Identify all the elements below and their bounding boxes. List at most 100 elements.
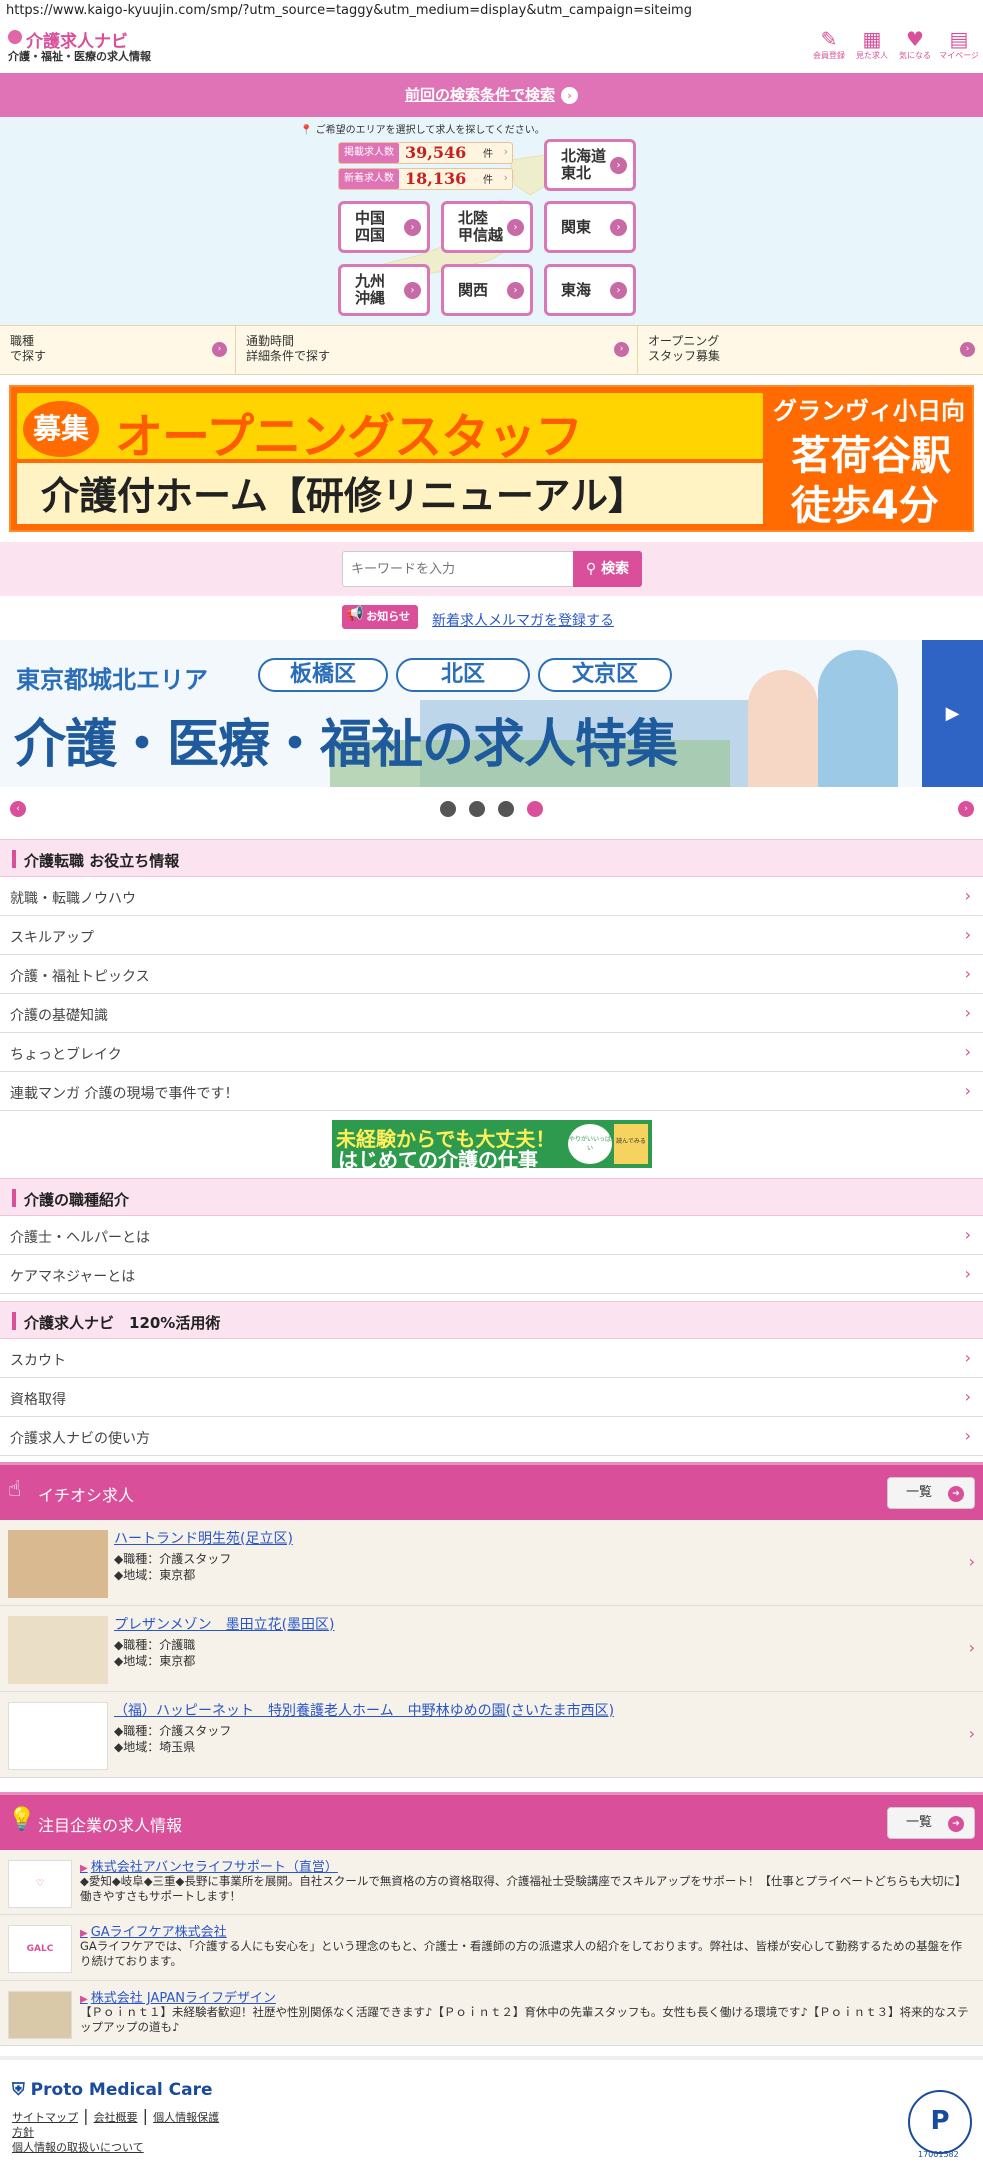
carousel-dot[interactable] xyxy=(498,801,514,817)
chevron-right-icon: › xyxy=(964,925,971,944)
ward-pill: 文京区 xyxy=(538,658,672,692)
total-jobs-count[interactable]: 掲載求人数 39,546 件 › xyxy=(338,142,513,164)
carousel-dot-active[interactable] xyxy=(527,801,543,817)
list-item-label: 資格取得 xyxy=(10,1392,66,1408)
viewed-jobs-button[interactable]: ▦ 見た求人 xyxy=(851,28,893,66)
job-region: ◆地域：東京都 xyxy=(114,1654,196,1668)
footer-logo-text: Proto Medical Care xyxy=(30,2080,213,2100)
region-kyushu-okinawa[interactable]: 九州 沖縄 › xyxy=(338,264,430,316)
megaphone-icon: 📢 xyxy=(346,606,364,622)
region-chugoku-shikoku[interactable]: 中国 四国 › xyxy=(338,201,430,253)
job-region: ◆地域：埼玉県 xyxy=(114,1740,196,1754)
list-item[interactable]: スカウト › xyxy=(0,1339,983,1378)
region-hokuriku-koshinetsu[interactable]: 北陸 甲信越 › xyxy=(441,201,533,253)
carousel-dot[interactable] xyxy=(469,801,485,817)
keyword-search-input[interactable] xyxy=(342,551,574,587)
list-item[interactable]: 介護求人ナビの使い方 › xyxy=(0,1417,983,1456)
job-listing[interactable]: （福）ハッピーネット 特別養護老人ホーム 中野林ゆめの園(さいたま市西区) ◆職… xyxy=(0,1692,983,1778)
view-all-button[interactable]: 一覧 ➔ xyxy=(887,1807,975,1839)
list-item[interactable]: ケアマネジャーとは › xyxy=(0,1255,983,1294)
job-listing[interactable]: ハートランド明生苑(足立区) ◆職種：介護スタッフ ◆地域：東京都 › xyxy=(0,1520,983,1606)
chevron-right-icon: › xyxy=(212,342,227,357)
viewed-label: 見た求人 xyxy=(856,51,888,60)
search-by-commute[interactable]: 通勤時間 詳細条件で探す › xyxy=(236,326,638,374)
address-bar[interactable]: https://www.kaigo-kyuujin.com/smp/?utm_s… xyxy=(0,0,983,24)
company-listing[interactable]: ♡ ▶ 株式会社アバンセライフサポート（直営） ◆愛知◆岐阜◆三重◆長野に事業所を… xyxy=(0,1850,983,1915)
list-item[interactable]: 就職・転職ノウハウ › xyxy=(0,877,983,916)
category-label: 職種 で探す xyxy=(10,334,47,363)
mypage-button[interactable]: ▤ マイページ xyxy=(938,28,980,66)
pointing-hand-icon: ☝ xyxy=(8,1477,22,1502)
company-listing[interactable]: GALC ▶ GAライフケア株式会社 GAライフケアでは、「介護する人にも安心を」… xyxy=(0,1915,983,1981)
section-marker xyxy=(12,1312,16,1330)
search-button[interactable]: ⚲ 検索 xyxy=(573,551,642,587)
chevron-right-icon: › xyxy=(503,145,508,158)
logo-flower-icon xyxy=(8,30,22,44)
newsletter-signup-link[interactable]: 新着求人メルマガを登録する xyxy=(432,610,614,630)
new-jobs-count[interactable]: 新着求人数 18,136 件 › xyxy=(338,168,513,190)
privacy-mark-icon[interactable]: P xyxy=(908,2090,972,2154)
chevron-right-icon: › xyxy=(404,282,421,299)
carousel-next-small-button[interactable]: › xyxy=(958,801,974,817)
job-type: ◆職種：介護スタッフ xyxy=(114,1724,232,1738)
personal-info-link[interactable]: 個人情報の取扱いについて xyxy=(12,2141,144,2154)
company-title-link[interactable]: ▶ GAライフケア株式会社 xyxy=(80,1921,227,1940)
list-item[interactable]: 資格取得 › xyxy=(0,1378,983,1417)
list-item[interactable]: 介護士・ヘルパーとは › xyxy=(0,1216,983,1255)
search-opening-staff[interactable]: オープニング スタッフ募集 › xyxy=(638,326,983,374)
carousel-prev-button[interactable]: ‹ xyxy=(10,801,26,817)
list-item[interactable]: 連載マンガ 介護の現場で事件です！ › xyxy=(0,1072,983,1111)
region-label: 中国 四国 xyxy=(355,209,386,244)
total-jobs-value: 39,546 xyxy=(405,143,467,162)
job-title-link[interactable]: プレザンメゾン 墨田立花(墨田区) xyxy=(114,1614,335,1634)
list-item-label: 介護士・ヘルパーとは xyxy=(10,1230,150,1246)
register-button[interactable]: ✎ 会員登録 xyxy=(808,28,850,66)
favorites-button[interactable]: ♥ 気になる xyxy=(894,28,936,66)
list-item[interactable]: ちょっとブレイク › xyxy=(0,1033,983,1072)
list-item[interactable]: スキルアップ › xyxy=(0,916,983,955)
chevron-right-icon: › xyxy=(964,1348,971,1367)
region-hokkaido-tohoku[interactable]: 北海道 東北 › xyxy=(544,139,636,191)
jobs-feature-banner[interactable]: 東京都城北エリア 板橋区 北区 文京区 介護・医療・福祉の求人特集 ▶ xyxy=(0,640,983,787)
list-item[interactable]: 介護の基礎知識 › xyxy=(0,994,983,1033)
chevron-right-icon: › xyxy=(561,87,578,104)
job-photo xyxy=(8,1616,108,1684)
carousel-dot[interactable] xyxy=(440,801,456,817)
section-title: イチオシ求人 xyxy=(38,1486,135,1505)
view-all-button[interactable]: 一覧 ➔ xyxy=(887,1477,975,1509)
job-title-link[interactable]: （福）ハッピーネット 特別養護老人ホーム 中野林ゆめの園(さいたま市西区) xyxy=(114,1700,614,1720)
opening-staff-banner[interactable]: 募集 オープニングスタッフ 介護付ホーム【研修リニューアル】 グランヴィ小日向 … xyxy=(9,385,974,532)
company-description: ◆愛知◆岐阜◆三重◆長野に事業所を展開。自社スクールで無資格の方の資格取得、介護… xyxy=(80,1874,967,1903)
total-jobs-label: 掲載求人数 xyxy=(339,143,399,163)
company-title-link[interactable]: ▶ 株式会社 JAPANライフデザイン xyxy=(80,1987,276,2006)
job-listing[interactable]: プレザンメゾン 墨田立花(墨田区) ◆職種：介護職 ◆地域：東京都 › xyxy=(0,1606,983,1692)
chevron-right-icon: › xyxy=(964,1264,971,1283)
company-listing[interactable]: ▶ 株式会社 JAPANライフデザイン 【Ｐｏｉｎｔ１】未経験者歓迎！社歴や性別関… xyxy=(0,1981,983,2046)
favorites-label: 気になる xyxy=(899,51,931,60)
list-item-label: 介護・福祉トピックス xyxy=(10,969,150,985)
list-item-label: スキルアップ xyxy=(10,930,94,946)
company-title-link[interactable]: ▶ 株式会社アバンセライフサポート（直営） xyxy=(80,1856,338,1875)
region-label: 東海 xyxy=(561,280,592,299)
list-item-label: 介護の基礎知識 xyxy=(10,1008,108,1024)
search-by-job-type[interactable]: 職種 で探す › xyxy=(0,326,236,374)
company-logo-icon: ⛨ xyxy=(12,2080,25,2100)
previous-search-button[interactable]: 前回の検索条件で検索 › xyxy=(0,73,983,117)
job-type: ◆職種：介護スタッフ xyxy=(114,1552,232,1566)
list-item[interactable]: 介護・福祉トピックス › xyxy=(0,955,983,994)
privacy-policy-link[interactable]: 個人情報保護 xyxy=(153,2111,219,2124)
carousel-next-button[interactable]: ▶ xyxy=(922,640,983,787)
new-jobs-label: 新着求人数 xyxy=(339,169,399,189)
region-kansai[interactable]: 関西 › xyxy=(441,264,533,316)
company-link[interactable]: 会社概要 xyxy=(94,2111,138,2124)
region-kanto[interactable]: 関東 › xyxy=(544,201,636,253)
chevron-right-icon: › xyxy=(614,342,629,357)
footer-logo[interactable]: ⛨ Proto Medical Care xyxy=(12,2080,213,2100)
company-description: GAライフケアでは、「介護する人にも安心を」という理念のもと、介護士・看護師の方… xyxy=(80,1939,963,1968)
chevron-right-icon: › xyxy=(960,342,975,357)
job-title-link[interactable]: ハートランド明生苑(足立区) xyxy=(114,1528,293,1548)
beginner-care-work-banner[interactable]: 未経験からでも大丈夫！ はじめての介護の仕事 やりがいいっぱい 読んでみる xyxy=(332,1120,652,1172)
region-tokai[interactable]: 東海 › xyxy=(544,264,636,316)
banner-circle-text: やりがいいっぱい xyxy=(568,1124,612,1164)
banner-read-more: 読んでみる xyxy=(614,1124,648,1164)
